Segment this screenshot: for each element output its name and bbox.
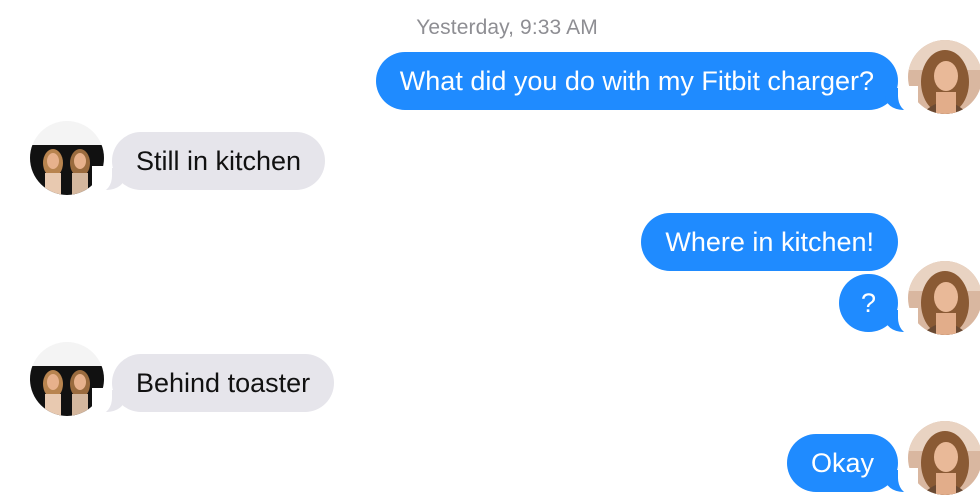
- message-text: Where in kitchen!: [665, 227, 874, 257]
- message-text: What did you do with my Fitbit charger?: [399, 66, 874, 96]
- user-photo-avatar-icon: [908, 40, 980, 114]
- outgoing-message-bubble[interactable]: What did you do with my Fitbit charger?: [375, 52, 919, 112]
- user-photo-avatar-icon: [908, 421, 980, 495]
- message-text: Behind toaster: [136, 368, 311, 398]
- outgoing-message-bubble[interactable]: Where in kitchen!: [641, 213, 898, 271]
- outgoing-message-bubble[interactable]: ?: [838, 274, 919, 334]
- user-avatar[interactable]: [908, 40, 980, 114]
- incoming-message-bubble[interactable]: Still in kitchen: [91, 132, 326, 192]
- user-avatar[interactable]: [908, 261, 980, 335]
- message-transcript: Yesterday, 9:33 AM What did you do with …: [0, 0, 980, 502]
- message-timestamp: Yesterday, 9:33 AM: [416, 16, 598, 39]
- user-avatar[interactable]: [908, 421, 980, 495]
- message-text: ?: [860, 288, 876, 318]
- message-text: Still in kitchen: [136, 146, 302, 176]
- user-photo-avatar-icon: [908, 261, 980, 335]
- incoming-message-bubble[interactable]: Behind toaster: [91, 354, 335, 414]
- outgoing-message-bubble[interactable]: Okay: [786, 434, 919, 494]
- message-text: Okay: [810, 448, 874, 478]
